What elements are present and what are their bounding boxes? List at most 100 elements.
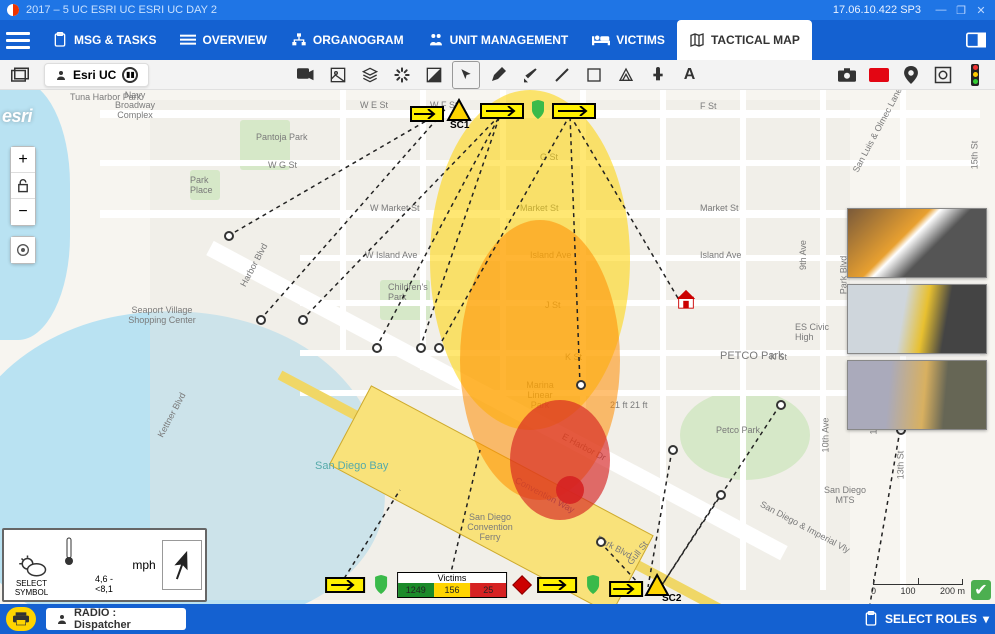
rect-tool-icon[interactable] xyxy=(580,61,608,89)
user-icon xyxy=(55,69,67,81)
tab-label: MSG & TASKS xyxy=(74,33,156,47)
tab-label: OVERVIEW xyxy=(202,33,266,47)
camera-icon[interactable] xyxy=(833,61,861,89)
confirm-check-button[interactable]: ✔ xyxy=(971,580,991,600)
map-node[interactable] xyxy=(576,380,586,390)
flag-marker[interactable] xyxy=(537,577,577,593)
hydrant-tool-icon[interactable] xyxy=(644,61,672,89)
fire-station-icon[interactable] xyxy=(675,288,697,315)
map-node[interactable] xyxy=(416,343,426,353)
version-label: 17.06.10.422 SP3 xyxy=(833,4,921,16)
app-logo-icon xyxy=(6,3,20,17)
drawing-tools: A xyxy=(292,61,704,89)
close-button[interactable]: ✕ xyxy=(973,2,989,18)
flag-marker[interactable] xyxy=(552,103,596,119)
image-tool-icon[interactable] xyxy=(324,61,352,89)
chevron-down-icon: ▾ xyxy=(983,612,989,626)
clipboard-icon xyxy=(863,611,879,627)
layers-panel-icon[interactable] xyxy=(6,61,34,89)
pause-icon[interactable]: ▮▮ xyxy=(122,67,138,83)
tab-victims[interactable]: VICTIMS xyxy=(580,20,677,60)
map-node[interactable] xyxy=(372,343,382,353)
thermometer-icon xyxy=(63,536,75,566)
shield-icon[interactable] xyxy=(530,100,546,120)
wind-value-2: <8,1 xyxy=(95,584,113,594)
print-button[interactable] xyxy=(6,607,36,631)
list-icon xyxy=(180,32,196,48)
pin-icon[interactable] xyxy=(897,61,925,89)
tab-label: ORGANOGRAM xyxy=(313,33,404,47)
user-label: Esri UC xyxy=(73,68,116,82)
flag-marker[interactable] xyxy=(480,103,524,119)
link-lines xyxy=(0,90,995,604)
scale-bar: 0 100 200 m xyxy=(871,579,965,596)
traffic-light-icon[interactable] xyxy=(961,61,989,89)
layers-tool-icon[interactable] xyxy=(356,61,384,89)
shield-icon[interactable] xyxy=(585,575,601,595)
tab-organogram[interactable]: ORGANOGRAM xyxy=(279,20,416,60)
panel-toggle-icon[interactable] xyxy=(963,27,989,53)
window-title: 2017 – 5 UC ESRI UC ESRI UC DAY 2 xyxy=(26,4,833,16)
sc1-marker-group[interactable] xyxy=(410,98,472,122)
shield-icon[interactable] xyxy=(373,575,389,595)
radio-selector[interactable]: RADIO : Dispatcher xyxy=(46,608,186,630)
polygon-tool-icon[interactable] xyxy=(612,61,640,89)
menu-hamburger-icon[interactable] xyxy=(6,28,30,52)
victims-status-bar: Victims 1249 156 25 xyxy=(325,572,671,598)
tab-label: VICTIMS xyxy=(616,33,665,47)
maximize-button[interactable]: ❐ xyxy=(953,2,969,18)
map-node[interactable] xyxy=(716,490,726,500)
wind-value-1: 4,6 - xyxy=(95,574,113,584)
diamond-marker[interactable] xyxy=(513,575,533,595)
flag-marker[interactable] xyxy=(609,581,643,597)
contrast-tool-icon[interactable] xyxy=(420,61,448,89)
victims-count-box[interactable]: Victims 1249 156 25 xyxy=(397,572,508,598)
line-tool-icon[interactable] xyxy=(548,61,576,89)
map-canvas[interactable]: Tuna Harbor Park Navy Broadway Complex P… xyxy=(0,90,995,604)
pen-tool-icon[interactable] xyxy=(484,61,512,89)
grid-icon[interactable] xyxy=(929,61,957,89)
select-roles-button[interactable]: SELECT ROLES ▾ xyxy=(863,611,989,627)
wind-unit: mph xyxy=(132,558,155,572)
alert-badge[interactable] xyxy=(865,61,893,89)
radio-label: RADIO : Dispatcher xyxy=(74,607,176,631)
footer-bar: RADIO : Dispatcher SELECT ROLES ▾ xyxy=(0,604,995,634)
map-node[interactable] xyxy=(668,445,678,455)
map-node[interactable] xyxy=(776,400,786,410)
map-node[interactable] xyxy=(256,315,266,325)
printer-icon xyxy=(13,612,29,626)
map-node[interactable] xyxy=(298,315,308,325)
title-bar: 2017 – 5 UC ESRI UC ESRI UC DAY 2 17.06.… xyxy=(0,0,995,20)
photo-thumb-2[interactable] xyxy=(847,284,987,354)
select-tool-icon[interactable] xyxy=(452,61,480,89)
minimize-button[interactable]: — xyxy=(933,2,949,18)
clipboard-icon xyxy=(52,32,68,48)
weather-symbol-panel: SELECT SYMBOL 4,6 - <8,1 mph xyxy=(2,528,207,602)
victims-yellow: 156 xyxy=(434,583,470,597)
tab-tactical-map[interactable]: TACTICAL MAP xyxy=(677,20,812,60)
victims-red: 25 xyxy=(470,583,506,597)
tab-overview[interactable]: OVERVIEW xyxy=(168,20,278,60)
marker-tool-icon[interactable] xyxy=(516,61,544,89)
tab-label: UNIT MANAGEMENT xyxy=(450,33,569,47)
map-toolbar: Esri UC ▮▮ A xyxy=(0,60,995,90)
pan-tool-icon[interactable] xyxy=(388,61,416,89)
user-tab[interactable]: Esri UC ▮▮ xyxy=(44,63,149,87)
wind-direction-arrow xyxy=(162,540,202,590)
flag-marker[interactable] xyxy=(325,577,365,593)
nav-bar: MSG & TASKS OVERVIEW ORGANOGRAM UNIT MAN… xyxy=(0,20,995,60)
text-tool-icon[interactable]: A xyxy=(676,61,704,89)
map-node[interactable] xyxy=(224,231,234,241)
map-node[interactable] xyxy=(434,343,444,353)
tab-unit-management[interactable]: UNIT MANAGEMENT xyxy=(416,20,581,60)
photo-thumb-3[interactable] xyxy=(847,360,987,430)
map-node[interactable] xyxy=(596,537,606,547)
map-icon xyxy=(689,32,705,48)
warning-triangle-icon xyxy=(446,98,472,122)
tab-msg-tasks[interactable]: MSG & TASKS xyxy=(40,20,168,60)
camera-tool-icon[interactable] xyxy=(292,61,320,89)
select-roles-label: SELECT ROLES xyxy=(885,612,977,626)
user-icon xyxy=(56,613,68,625)
flag-marker[interactable] xyxy=(410,106,444,122)
photo-thumb-1[interactable] xyxy=(847,208,987,278)
